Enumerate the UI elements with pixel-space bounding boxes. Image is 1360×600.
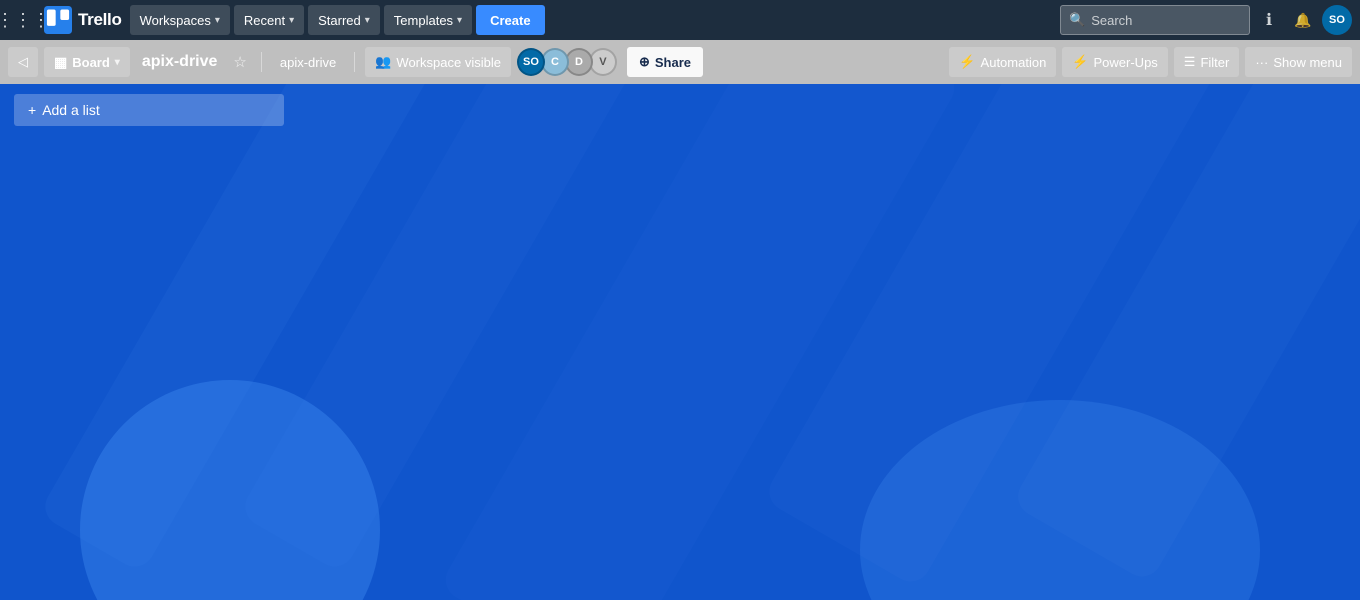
chevron-down-icon: ▾ bbox=[365, 15, 370, 26]
member-avatar-so[interactable]: SO bbox=[517, 48, 545, 76]
divider bbox=[261, 52, 262, 72]
star-button[interactable]: ☆ bbox=[229, 49, 250, 75]
notifications-button[interactable]: 🔔 bbox=[1288, 5, 1318, 35]
top-navigation: ⋮⋮⋮ Trello Workspaces ▾ Recent ▾ Starred… bbox=[0, 0, 1360, 40]
search-placeholder: Search bbox=[1091, 13, 1132, 28]
info-button[interactable]: ℹ bbox=[1254, 5, 1284, 35]
member-avatar-d[interactable]: D bbox=[565, 48, 593, 76]
board-view-button[interactable]: ▦ Board ▾ bbox=[44, 47, 130, 77]
trello-wordmark: Trello bbox=[78, 10, 122, 30]
powerups-icon: ⚡ bbox=[1072, 54, 1088, 70]
search-icon: 🔍 bbox=[1069, 12, 1085, 28]
board-header: ◁ ▦ Board ▾ apix-drive ☆ apix-drive 👥 Wo… bbox=[0, 40, 1360, 84]
create-button[interactable]: Create bbox=[476, 5, 544, 35]
member-avatars: SO C D V bbox=[521, 48, 617, 76]
workspace-visible-button[interactable]: 👥 Workspace visible bbox=[365, 47, 511, 77]
people-icon: 👥 bbox=[375, 54, 391, 70]
filter-icon: ☰ bbox=[1184, 54, 1196, 70]
divider bbox=[354, 52, 355, 72]
share-button[interactable]: ⊕ Share bbox=[627, 47, 703, 77]
chevron-down-icon: ▾ bbox=[289, 15, 294, 26]
user-avatar[interactable]: SO bbox=[1322, 5, 1352, 35]
app-grid-icon[interactable]: ⋮⋮⋮ bbox=[8, 5, 38, 35]
board-name[interactable]: apix-drive bbox=[136, 53, 224, 71]
search-box[interactable]: 🔍 Search bbox=[1060, 5, 1250, 35]
filter-button[interactable]: ☰ Filter bbox=[1174, 47, 1240, 77]
plus-icon: + bbox=[28, 102, 36, 118]
share-icon: ⊕ bbox=[639, 54, 650, 70]
chevron-down-icon: ▾ bbox=[215, 15, 220, 26]
power-ups-button[interactable]: ⚡ Power-Ups bbox=[1062, 47, 1167, 77]
show-menu-button[interactable]: ··· Show menu bbox=[1245, 47, 1352, 77]
recent-menu-button[interactable]: Recent ▾ bbox=[234, 5, 304, 35]
automation-button[interactable]: ⚡ Automation bbox=[949, 47, 1056, 77]
starred-menu-button[interactable]: Starred ▾ bbox=[308, 5, 380, 35]
chevron-down-icon: ▾ bbox=[115, 57, 120, 68]
workspaces-menu-button[interactable]: Workspaces ▾ bbox=[130, 5, 230, 35]
templates-menu-button[interactable]: Templates ▾ bbox=[384, 5, 472, 35]
bolt-icon: ⚡ bbox=[959, 54, 975, 70]
ellipsis-icon: ··· bbox=[1255, 55, 1268, 70]
member-avatar-c[interactable]: C bbox=[541, 48, 569, 76]
board-grid-icon: ▦ bbox=[54, 54, 67, 71]
chevron-down-icon: ▾ bbox=[457, 15, 462, 26]
member-avatar-v[interactable]: V bbox=[589, 48, 617, 76]
board-area: + Add a list bbox=[0, 84, 1360, 600]
sidebar-icon: ◁ bbox=[18, 54, 28, 70]
trello-logo: Trello bbox=[44, 6, 122, 34]
add-list-button[interactable]: + Add a list bbox=[14, 94, 284, 126]
sidebar-toggle-button[interactable]: ◁ bbox=[8, 47, 38, 77]
breadcrumb-link[interactable]: apix-drive bbox=[272, 51, 344, 74]
